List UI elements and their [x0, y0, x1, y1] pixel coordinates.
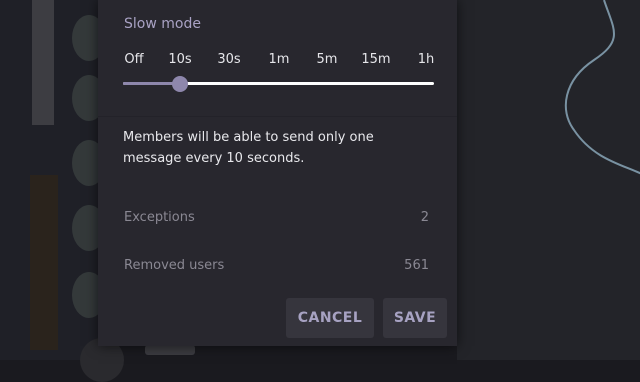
cancel-button[interactable]: CANCEL — [286, 298, 374, 338]
slow-mode-slider-thumb[interactable] — [172, 76, 188, 92]
background-strip — [32, 0, 54, 125]
divider — [98, 116, 457, 117]
slider-tick-30s[interactable]: 30s — [217, 52, 240, 67]
background-text — [145, 345, 195, 355]
slow-mode-dialog: Slow mode Off 10s 30s 1m 5m 15m 1h Membe… — [98, 0, 457, 346]
slow-mode-slider-track[interactable] — [123, 82, 434, 85]
removed-users-label[interactable]: Removed users — [124, 258, 224, 273]
slider-tick-off[interactable]: Off — [124, 52, 143, 67]
background-doodle — [564, 0, 640, 175]
slider-tick-5m[interactable]: 5m — [317, 52, 338, 67]
slider-tick-1h[interactable]: 1h — [418, 52, 435, 67]
slider-tick-10s[interactable]: 10s — [168, 52, 191, 67]
slow-mode-description: Members will be able to send only one me… — [123, 130, 374, 166]
background-photo — [30, 175, 58, 350]
exceptions-label[interactable]: Exceptions — [124, 210, 195, 225]
exceptions-count: 2 — [420, 210, 429, 225]
removed-users-count: 561 — [404, 258, 429, 273]
slider-tick-1m[interactable]: 1m — [269, 52, 290, 67]
save-button[interactable]: SAVE — [383, 298, 447, 338]
slow-mode-title: Slow mode — [124, 16, 201, 32]
slider-tick-15m[interactable]: 15m — [361, 52, 390, 67]
